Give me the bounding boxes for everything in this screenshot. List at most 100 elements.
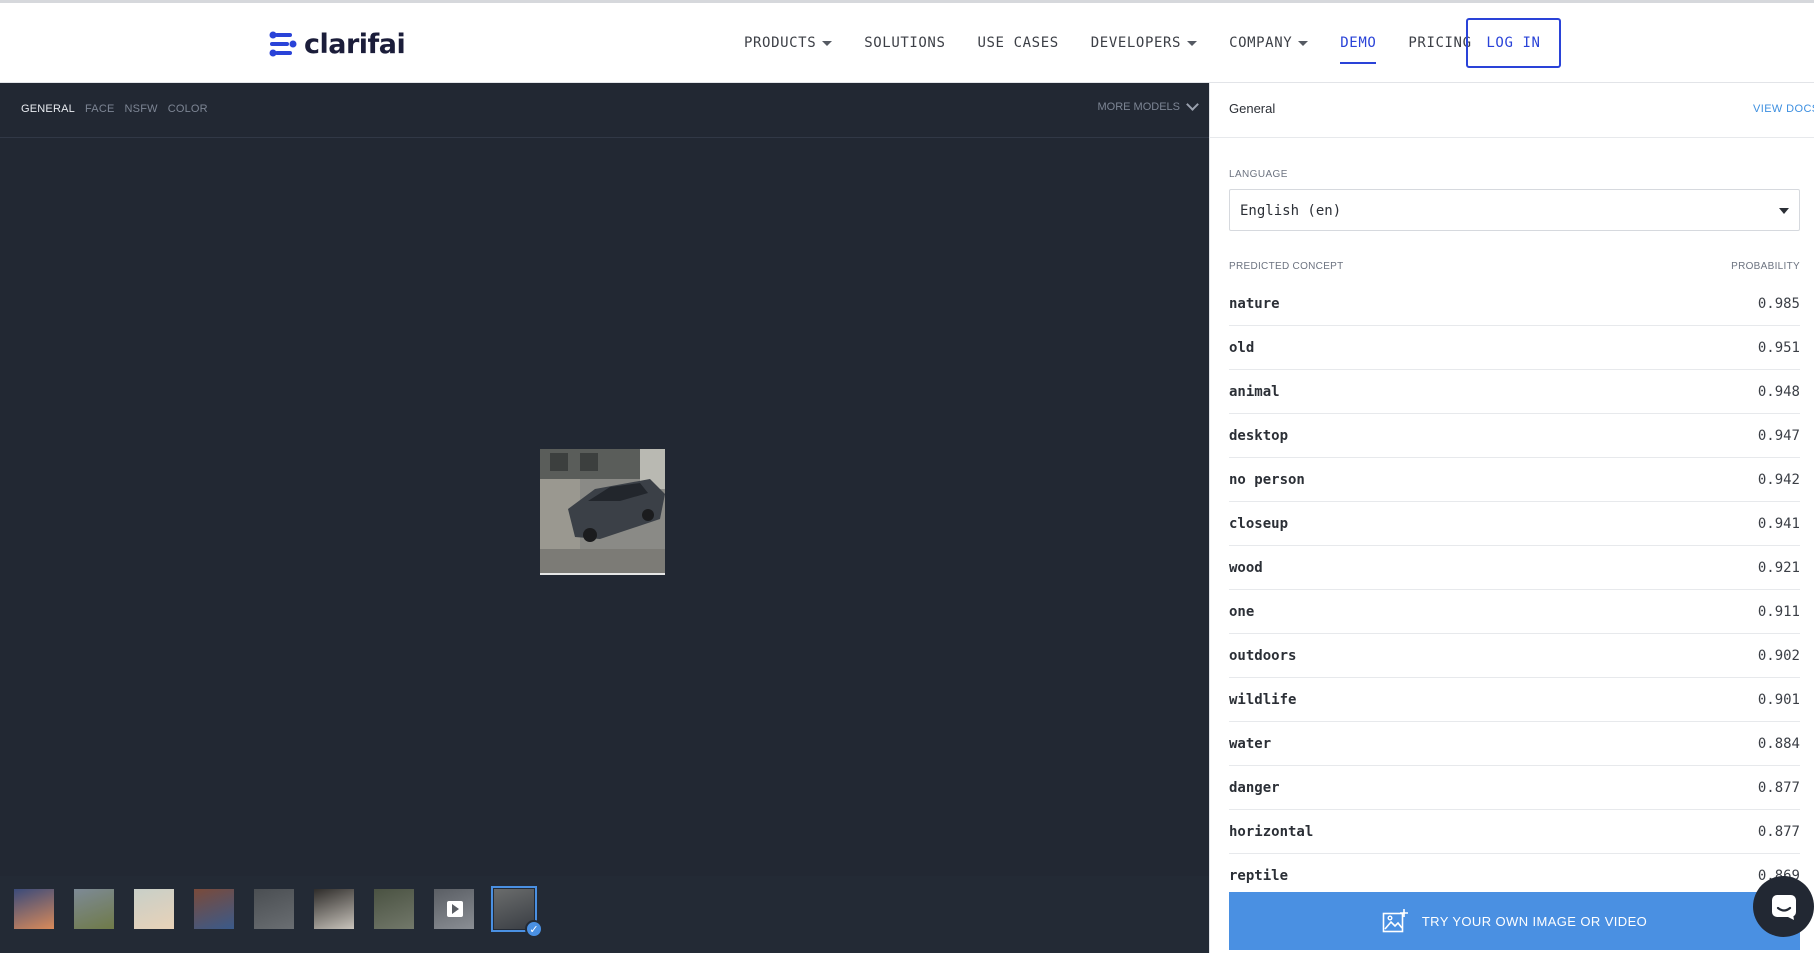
concept-name: no person	[1229, 471, 1305, 488]
concept-probability: 0.941	[1757, 515, 1800, 532]
thumbnail-interior[interactable]	[314, 889, 354, 929]
panel-title: General	[1229, 101, 1276, 116]
concept-probability: 0.877	[1757, 779, 1800, 796]
thumbnail-car[interactable]: ✓	[491, 886, 543, 938]
concept-row: desktop 0.947	[1229, 414, 1800, 458]
caret-down-icon	[1187, 40, 1198, 46]
concept-name: danger	[1229, 779, 1280, 796]
thumbnail-street[interactable]	[254, 889, 294, 929]
caret-down-icon	[1298, 40, 1309, 46]
nav-item-label: USE CASES	[977, 35, 1059, 51]
image-viewer: GENERAL FACE NSFW COLOR MORE MODELS ✓	[0, 83, 1209, 953]
add-image-icon	[1382, 909, 1408, 933]
nav-item-label: COMPANY	[1229, 35, 1293, 51]
nav-item-use-cases[interactable]: USE CASES	[978, 3, 1059, 83]
concept-probability: 0.877	[1757, 823, 1800, 840]
concept-probability: 0.911	[1757, 603, 1800, 620]
main-nav: PRODUCTS SOLUTIONS USE CASES DEVELOPERS COMP…	[744, 3, 1504, 83]
nav-item-label: DEVELOPERS	[1090, 35, 1182, 51]
site-header: clarifai PRODUCTS SOLUTIONS USE CASES DEVEL…	[0, 3, 1814, 83]
more-models-label: MORE MODELS	[1097, 101, 1180, 113]
panel-header: General VIEW DOCS	[1210, 83, 1814, 138]
col-probability: PROBABILITY	[1731, 261, 1800, 272]
nav-item-label: PRODUCTS	[744, 35, 817, 51]
concept-name: closeup	[1229, 515, 1289, 532]
preview-image	[540, 449, 665, 575]
thumbnail-sunset[interactable]	[14, 889, 54, 929]
concept-row: nature 0.985	[1229, 282, 1800, 326]
concept-name: horizontal	[1229, 823, 1314, 840]
concept-list: nature 0.985 old 0.951 animal 0.948 desktop 0.9…	[1229, 282, 1800, 898]
concept-probability: 0.942	[1757, 471, 1800, 488]
concept-row: water 0.884	[1229, 722, 1800, 766]
nav-item-label: DEMO	[1340, 35, 1377, 51]
model-tab-general[interactable]: GENERAL	[21, 103, 75, 115]
login-button[interactable]: LOG IN	[1466, 18, 1561, 68]
concept-probability: 0.985	[1757, 295, 1800, 312]
nav-item-label: SOLUTIONS	[864, 35, 946, 51]
concept-row: wildlife 0.901	[1229, 678, 1800, 722]
concept-name: desktop	[1229, 427, 1289, 444]
caret-down-icon	[1779, 208, 1789, 214]
col-predicted-concept: PREDICTED CONCEPT	[1229, 261, 1344, 272]
model-tab-nsfw[interactable]: NSFW	[125, 103, 158, 115]
caret-down-icon	[822, 40, 833, 46]
nav-item-pricing[interactable]: PRICING	[1408, 3, 1471, 83]
clarifai-logo-icon	[269, 31, 297, 57]
concept-row: danger 0.877	[1229, 766, 1800, 810]
results-panel: General VIEW DOCS LANGUAGE English (en) …	[1209, 83, 1814, 953]
concept-row: wood 0.921	[1229, 546, 1800, 590]
concept-name: animal	[1229, 383, 1280, 400]
chevron-down-icon	[1186, 98, 1199, 111]
concept-table-header: PREDICTED CONCEPT PROBABILITY	[1229, 261, 1800, 272]
check-icon: ✓	[525, 920, 543, 938]
model-tabs: GENERAL FACE NSFW COLOR	[21, 103, 208, 115]
nav-item-products[interactable]: PRODUCTS	[744, 3, 833, 83]
concept-probability: 0.884	[1757, 735, 1800, 752]
concept-name: old	[1229, 339, 1255, 356]
play-icon	[447, 901, 463, 917]
concept-probability: 0.901	[1757, 691, 1800, 708]
car-photo	[540, 449, 665, 573]
concept-row: animal 0.948	[1229, 370, 1800, 414]
concept-name: nature	[1229, 295, 1280, 312]
nav-item-company[interactable]: COMPANY	[1229, 3, 1309, 83]
nav-item-demo[interactable]: DEMO	[1340, 3, 1377, 83]
concept-name: wood	[1229, 559, 1263, 576]
thumbnail-portrait[interactable]	[134, 889, 174, 929]
concept-probability: 0.951	[1757, 339, 1800, 356]
more-models-dropdown[interactable]: MORE MODELS	[1097, 98, 1199, 113]
language-select[interactable]: English (en)	[1229, 189, 1800, 231]
try-own-image-button[interactable]: TRY YOUR OWN IMAGE OR VIDEO	[1229, 892, 1800, 950]
concept-row: outdoors 0.902	[1229, 634, 1800, 678]
view-docs-link[interactable]: VIEW DOCS	[1753, 103, 1814, 115]
concept-probability: 0.947	[1757, 427, 1800, 444]
logo[interactable]: clarifai	[268, 27, 406, 61]
concept-row: closeup 0.941	[1229, 502, 1800, 546]
try-own-image-label: TRY YOUR OWN IMAGE OR VIDEO	[1421, 913, 1648, 929]
concept-probability: 0.948	[1757, 383, 1800, 400]
model-tab-face[interactable]: FACE	[85, 103, 115, 115]
model-tab-color[interactable]: COLOR	[168, 103, 208, 115]
thumbnail-video[interactable]	[434, 889, 474, 929]
concept-probability: 0.921	[1757, 559, 1800, 576]
concept-row: no person 0.942	[1229, 458, 1800, 502]
concept-name: one	[1229, 603, 1255, 620]
concept-row: one 0.911	[1229, 590, 1800, 634]
concept-name: reptile	[1229, 867, 1289, 884]
thumbnail-food[interactable]	[194, 889, 234, 929]
chat-widget[interactable]	[1753, 876, 1814, 937]
nav-item-label: PRICING	[1408, 35, 1472, 51]
nav-item-solutions[interactable]: SOLUTIONS	[864, 3, 945, 83]
language-value: English (en)	[1240, 203, 1342, 219]
concept-row: horizontal 0.877	[1229, 810, 1800, 854]
chat-icon	[1771, 894, 1796, 920]
nav-item-developers[interactable]: DEVELOPERS	[1090, 3, 1198, 83]
concept-name: water	[1229, 735, 1272, 752]
logo-text: clarifai	[304, 28, 406, 60]
concept-row: old 0.951	[1229, 326, 1800, 370]
thumbnail-strip: ✓	[0, 876, 1209, 953]
thumbnail-landscape[interactable]	[74, 889, 114, 929]
concept-name: wildlife	[1229, 691, 1297, 708]
thumbnail-aerial[interactable]	[374, 889, 414, 929]
